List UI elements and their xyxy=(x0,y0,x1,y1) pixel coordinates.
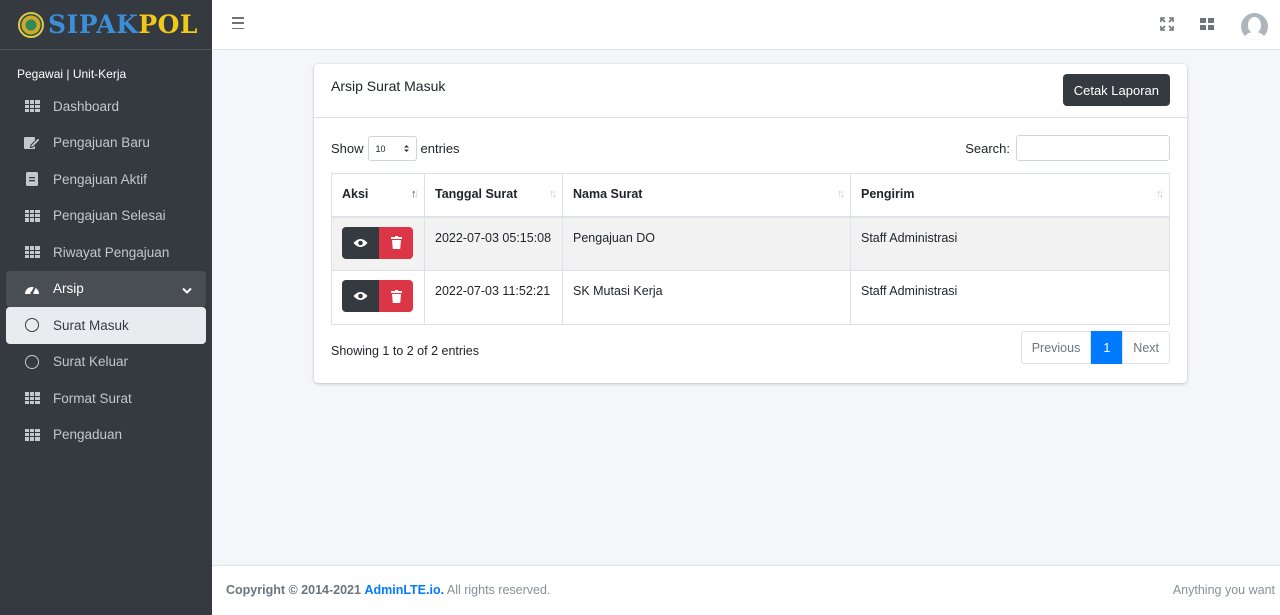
sidebar-item-label: Pengajuan Aktif xyxy=(53,171,147,187)
sidebar-item-arsip[interactable]: Arsip xyxy=(6,270,206,307)
sidebar-item-dashboard[interactable]: Dashboard xyxy=(6,88,206,125)
adminlte-link[interactable]: AdminLTE.io. xyxy=(364,583,444,597)
sidebar-nav: Dashboard Pengajuan Baru Pengajuan Aktif… xyxy=(0,88,212,453)
grid-icon xyxy=(24,391,40,405)
sidebar-item-surat-keluar[interactable]: Surat Keluar xyxy=(6,344,206,381)
pengirim-cell: Staff Administrasi xyxy=(850,216,1170,271)
footer-right-text: Anything you want xyxy=(1172,583,1275,597)
view-button[interactable] xyxy=(342,226,379,259)
column-header-tanggal-surat[interactable]: Tanggal Surat ↑↓ xyxy=(424,173,563,218)
table-info: Showing 1 to 2 of 2 entries xyxy=(331,344,480,358)
sidebar: SIPAKPOL Pegawai | Unit-Kerja Dashboard … xyxy=(0,0,212,615)
nama-cell: SK Mutasi Kerja xyxy=(562,270,851,325)
sidebar-item-label: Format Surat xyxy=(53,390,132,406)
sort-asc-icon: ↑↓ xyxy=(411,188,419,200)
pengirim-cell: Staff Administrasi xyxy=(850,270,1170,325)
chevron-down-icon xyxy=(182,283,192,298)
search-control: Search: xyxy=(965,135,1170,161)
brand-logo-icon xyxy=(18,11,44,38)
sidebar-item-pengajuan-aktif[interactable]: Pengajuan Aktif xyxy=(6,161,206,198)
sidebar-item-label: Riwayat Pengajuan xyxy=(53,244,170,260)
eye-icon xyxy=(353,238,368,247)
sidebar-item-label: Arsip xyxy=(53,281,84,297)
tanggal-cell: 2022-07-03 05:15:08 xyxy=(424,216,563,271)
tanggal-cell: 2022-07-03 11:52:21 xyxy=(424,270,563,325)
sidebar-item-label: Dashboard xyxy=(53,98,120,114)
previous-page-button[interactable]: Previous xyxy=(1020,331,1092,364)
footer: Copyright © 2014-2021 AdminLTE.io. All r… xyxy=(212,565,1280,615)
user-panel[interactable]: Pegawai | Unit-Kerja xyxy=(0,50,212,88)
trash-icon xyxy=(390,236,402,249)
sidebar-item-pengajuan-selesai[interactable]: Pengajuan Selesai xyxy=(6,198,206,235)
sidebar-item-pengaduan[interactable]: Pengaduan xyxy=(6,417,206,454)
hamburger-menu-icon[interactable] xyxy=(232,17,244,29)
action-cell xyxy=(331,216,425,271)
view-button[interactable] xyxy=(342,280,379,312)
sidebar-item-label: Pengaduan xyxy=(53,427,123,443)
widgets-icon[interactable] xyxy=(1200,17,1214,34)
eye-icon xyxy=(353,292,368,300)
action-button-group xyxy=(342,280,413,312)
archive-card: Arsip Surat Masuk Cetak Laporan Show 10 … xyxy=(314,64,1187,383)
delete-button[interactable] xyxy=(379,280,413,312)
sidebar-item-label: Pengajuan Baru xyxy=(53,135,150,151)
show-label: Show xyxy=(331,141,364,156)
next-page-button[interactable]: Next xyxy=(1122,331,1170,364)
document-icon xyxy=(24,172,40,187)
brand-link[interactable]: SIPAKPOL xyxy=(0,0,212,50)
nama-cell: Pengajuan DO xyxy=(562,216,851,271)
sort-icon: ↑↓ xyxy=(837,188,845,200)
updown-caret-icon xyxy=(403,145,409,152)
sidebar-item-label: Pengajuan Selesai xyxy=(53,208,166,224)
search-input[interactable] xyxy=(1016,135,1170,161)
fullscreen-icon[interactable] xyxy=(1160,17,1174,34)
action-cell xyxy=(331,270,425,325)
sort-icon: ↑↓ xyxy=(549,188,557,200)
action-button-group xyxy=(342,226,413,259)
pagination: Previous 1 Next xyxy=(1020,331,1170,364)
trash-icon xyxy=(390,289,402,303)
grid-icon xyxy=(24,245,40,259)
page-title: Arsip Surat Masuk xyxy=(331,78,446,94)
sort-icon: ↑↓ xyxy=(1156,188,1164,200)
grid-icon xyxy=(24,209,40,223)
sidebar-item-riwayat-pengajuan[interactable]: Riwayat Pengajuan xyxy=(6,234,206,271)
column-header-aksi[interactable]: Aksi ↑↓ xyxy=(331,173,425,218)
search-label: Search: xyxy=(965,140,1010,156)
print-report-button[interactable]: Cetak Laporan xyxy=(1062,74,1170,106)
page-length-control: Show 10 entries xyxy=(331,136,460,161)
grid-icon xyxy=(24,99,40,113)
column-header-nama-surat[interactable]: Nama Surat ↑↓ xyxy=(562,173,851,218)
footer-copyright: Copyright © 2014-2021 AdminLTE.io. All r… xyxy=(226,583,551,597)
entries-label: entries xyxy=(420,141,460,156)
top-navbar xyxy=(212,0,1280,50)
card-header: Arsip Surat Masuk Cetak Laporan xyxy=(314,64,1187,118)
edit-icon xyxy=(24,136,40,150)
sidebar-item-surat-masuk[interactable]: Surat Masuk xyxy=(6,307,206,344)
sidebar-item-label: Surat Masuk xyxy=(53,317,129,333)
sidebar-item-label: Surat Keluar xyxy=(53,354,129,370)
archive-table: Aksi ↑↓ Tanggal Surat ↑↓ Nama Surat ↑↓ P… xyxy=(331,173,1170,325)
brand-text: SIPAKPOL xyxy=(48,10,199,39)
column-header-pengirim[interactable]: Pengirim ↑↓ xyxy=(850,173,1170,218)
circle-icon xyxy=(24,354,40,369)
user-avatar[interactable] xyxy=(1241,13,1268,40)
page-length-select[interactable]: 10 xyxy=(367,136,417,161)
tachometer-icon xyxy=(24,282,40,296)
delete-button[interactable] xyxy=(379,226,413,259)
table-row: 2022-07-03 05:15:08 Pengajuan DO Staff A… xyxy=(331,216,1170,271)
sidebar-item-pengajuan-baru[interactable]: Pengajuan Baru xyxy=(6,125,206,162)
sidebar-item-format-surat[interactable]: Format Surat xyxy=(6,380,206,417)
circle-icon xyxy=(24,318,40,333)
grid-icon xyxy=(24,428,40,442)
table-row: 2022-07-03 11:52:21 SK Mutasi Kerja Staf… xyxy=(331,270,1170,325)
page-1-button[interactable]: 1 xyxy=(1091,331,1123,364)
